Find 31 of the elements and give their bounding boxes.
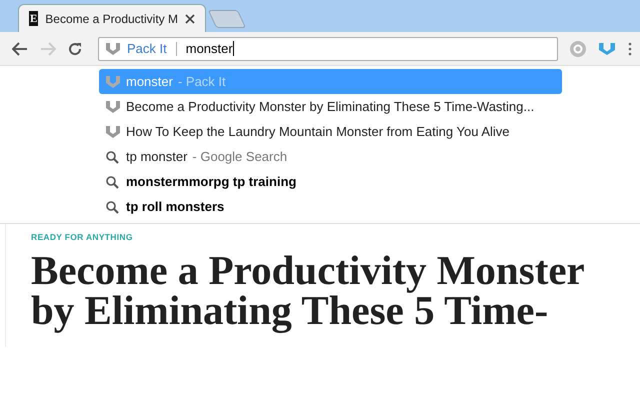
suggestion-item[interactable]: tp monster - Google Search — [99, 144, 562, 169]
suggestion-item[interactable]: How To Keep the Laundry Mountain Monster from Eating You Alive — [99, 119, 562, 144]
shield-icon — [105, 100, 121, 114]
browser-tab[interactable]: E Become a Productivity M — [18, 4, 206, 32]
menu-icon[interactable] — [628, 42, 632, 56]
keyword-label: Pack It — [127, 41, 167, 56]
suggestion-text: tp monster — [126, 149, 188, 164]
suggestion-text: Become a Productivity Monster by Eliminating These 5 Time-Wasting... — [126, 99, 534, 114]
suggestion-description: - Google Search — [192, 149, 288, 164]
address-text: monster — [186, 41, 234, 56]
shield-icon — [105, 124, 121, 138]
search-icon — [105, 200, 121, 214]
suggestion-description: - Pack It — [178, 74, 226, 89]
suggestion-text: monster — [126, 74, 173, 89]
search-icon — [105, 150, 121, 164]
article-category: READY FOR ANYTHING — [31, 232, 134, 242]
suggestion-text: tp roll monsters — [126, 199, 224, 214]
suggestion-item[interactable]: Become a Productivity Monster by Eliminating These 5 Time-Wasting... — [99, 94, 562, 119]
reload-icon[interactable] — [68, 42, 82, 56]
close-icon[interactable] — [185, 14, 195, 24]
suggestion-item[interactable]: tp roll monsters — [99, 194, 562, 219]
shield-icon — [105, 74, 121, 88]
address-bar[interactable]: Pack It monster — [98, 36, 558, 60]
suggestion-item[interactable]: monstermmorpg tp training — [99, 169, 562, 194]
site-favicon: E — [29, 11, 38, 26]
tab-title: Become a Productivity M — [45, 12, 178, 26]
back-icon[interactable] — [12, 42, 28, 56]
search-icon — [105, 174, 121, 188]
suggestion-text: How To Keep the Laundry Mountain Monster from Eating You Alive — [126, 124, 510, 139]
shield-icon — [105, 42, 121, 56]
suggestion-text: monstermmorpg tp training — [126, 174, 296, 189]
